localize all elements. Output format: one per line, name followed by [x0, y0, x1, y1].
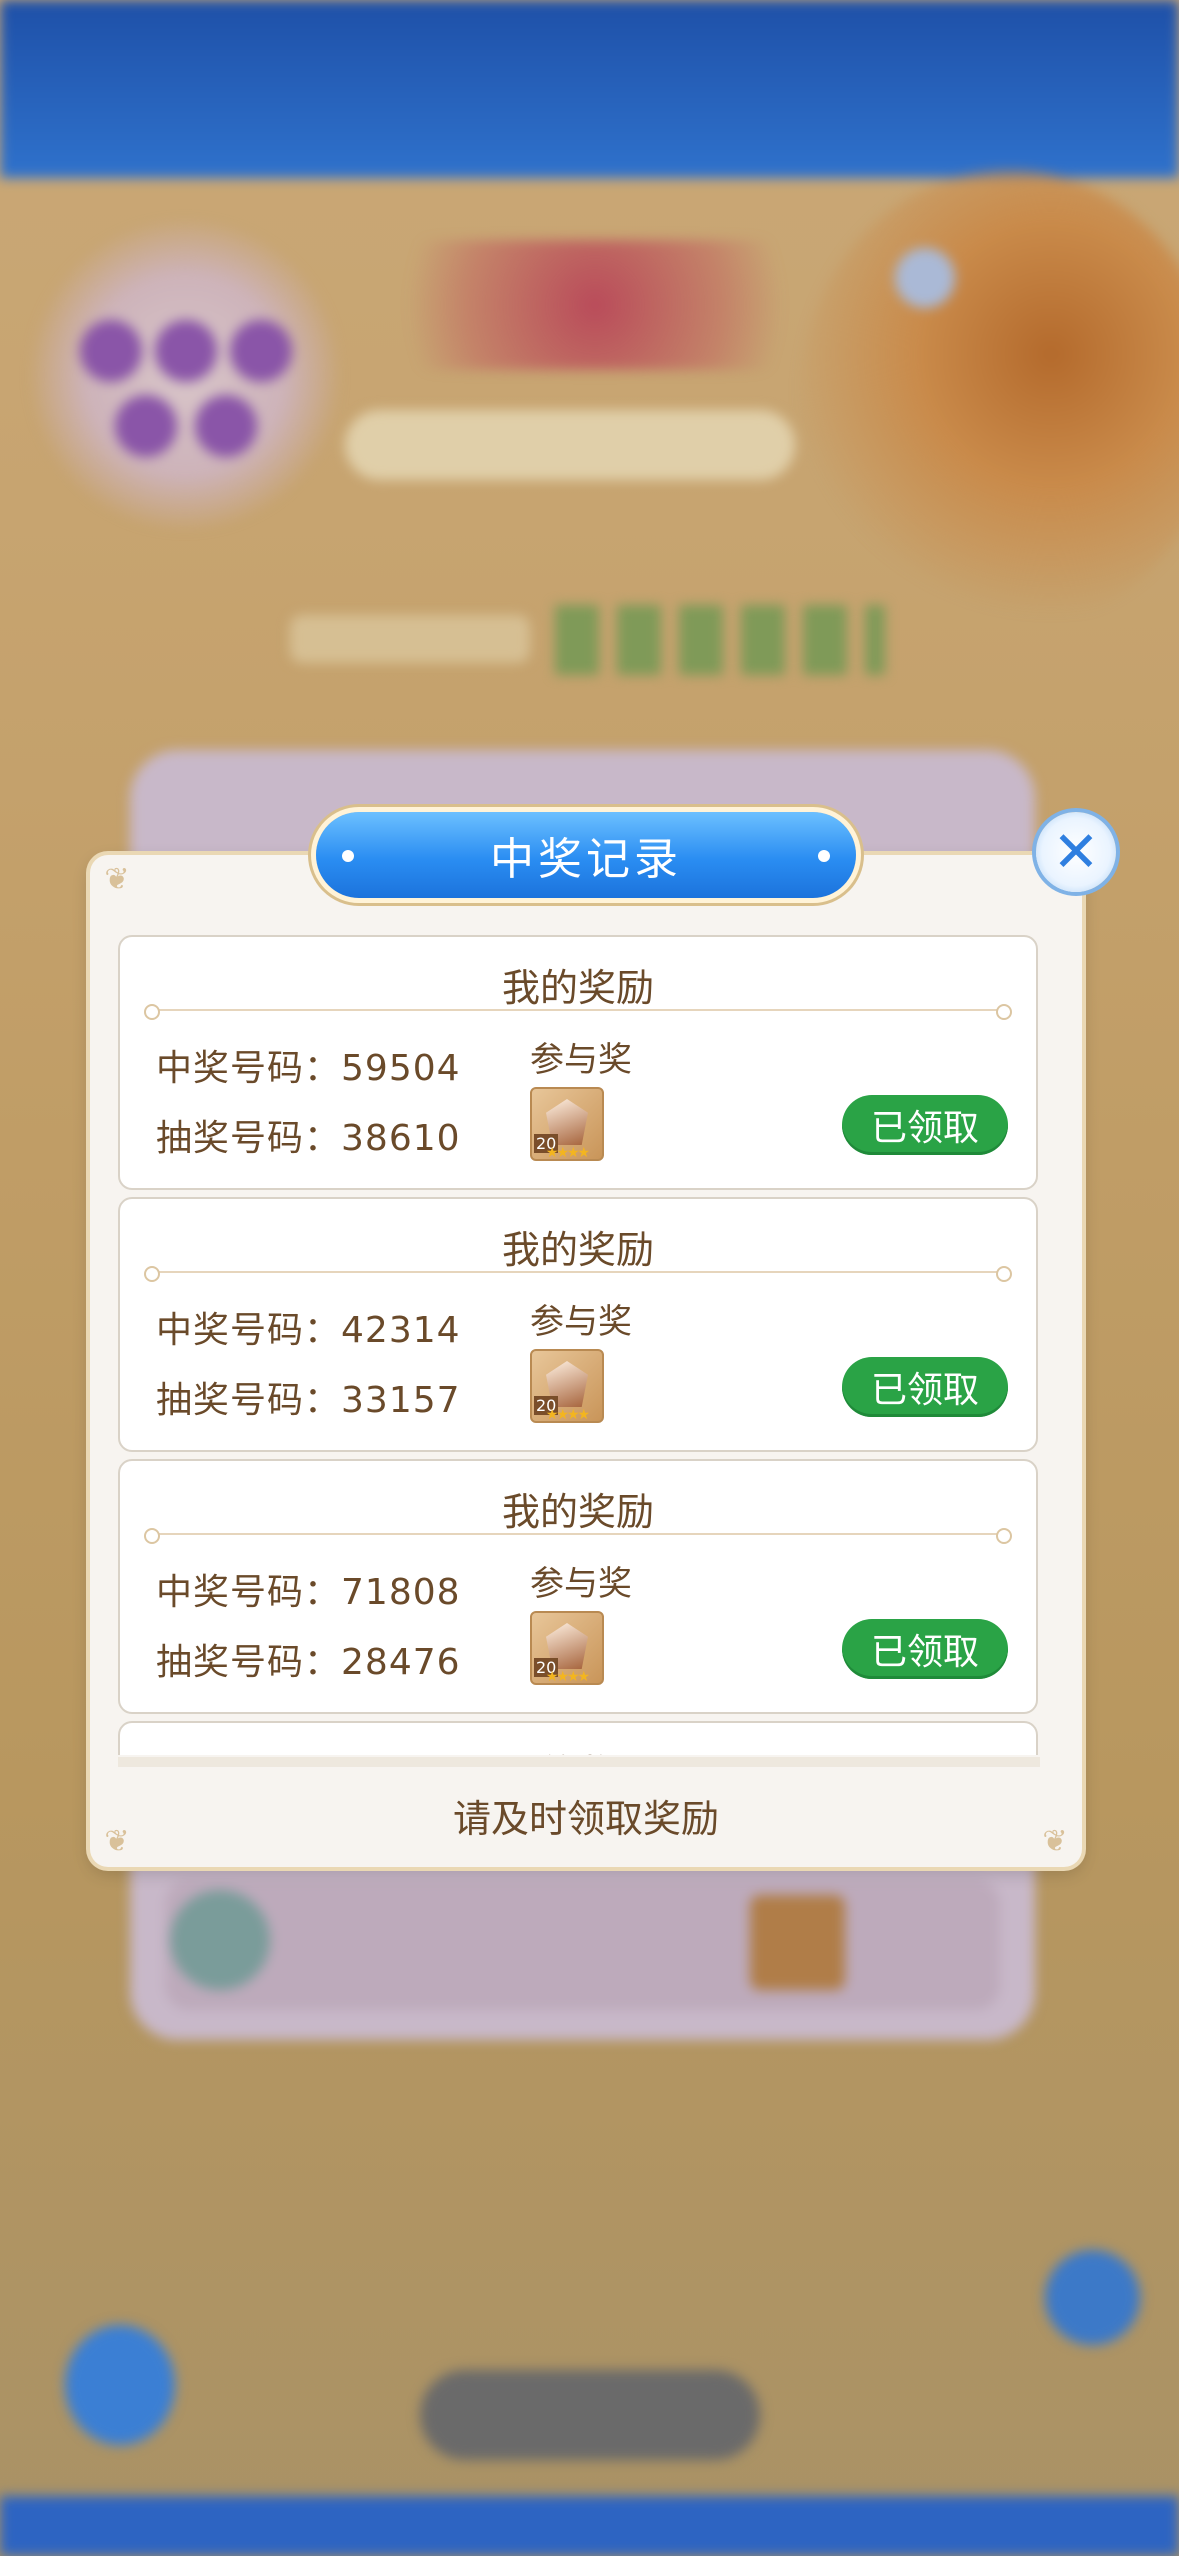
back-button — [65, 2325, 175, 2445]
win-number-row: 中奖号码：59504 — [156, 1039, 461, 1091]
countdown-pill — [345, 410, 795, 480]
win-number: 59504 — [341, 1048, 461, 1089]
draw-number: 38610 — [341, 1118, 461, 1159]
lucky-number-digits — [555, 605, 885, 675]
top-banner — [0, 0, 1179, 178]
rating-stars-icon: ★★★★ — [545, 1407, 590, 1423]
draw-number-label: 抽奖号码： — [156, 1118, 342, 1159]
win-number-label: 中奖号码： — [156, 1310, 342, 1351]
flower-wreath-decoration — [30, 220, 340, 530]
info-button — [895, 248, 955, 308]
record-card: 我的奖励 中奖号码：71808 抽奖号码：28476 参与奖 20 ★★★★ 已… — [118, 1459, 1038, 1714]
list-bottom-divider — [118, 1757, 1040, 1767]
close-button[interactable]: ✕ — [1036, 812, 1116, 892]
rating-stars-icon: ★★★★ — [545, 1669, 590, 1685]
prize-chest-icon[interactable]: 20 ★★★★ — [530, 1349, 604, 1423]
record-card: 我的奖励 中奖号码：59504 抽奖号码：38610 参与奖 20 ★★★★ 已… — [118, 935, 1038, 1190]
draw-number-row: 抽奖号码：38610 — [156, 1109, 461, 1161]
card-title: 我的奖励 — [501, 1228, 654, 1272]
draw-number: 28476 — [341, 1642, 461, 1683]
draw-number-label: 抽奖号码： — [156, 1642, 342, 1683]
event-title-logo — [370, 240, 820, 370]
divider — [144, 1528, 1012, 1544]
card-title: 我的奖励 — [120, 1743, 1036, 1755]
claimed-button[interactable]: 已领取 — [842, 1357, 1008, 1417]
side-menu-button — [1045, 2250, 1140, 2345]
autumn-leaves-decoration — [799, 170, 1179, 630]
number-label — [290, 615, 530, 663]
close-icon: ✕ — [1052, 819, 1100, 885]
title-dot-icon — [342, 850, 354, 862]
title-dot-icon — [818, 850, 830, 862]
win-number-row: 中奖号码：42314 — [156, 1301, 461, 1353]
prize-name: 参与奖 — [530, 1302, 632, 1342]
card-title: 我的奖励 — [501, 1490, 654, 1534]
record-card: 我的奖励 — [118, 1721, 1038, 1755]
claimed-button[interactable]: 已领取 — [842, 1095, 1008, 1155]
draw-number: 33157 — [341, 1380, 461, 1421]
divider — [144, 1004, 1012, 1020]
dialog-title-bar: 中奖记录 — [316, 812, 856, 898]
win-number-row: 中奖号码：71808 — [156, 1563, 461, 1615]
corner-ornament-icon: ❦ — [104, 862, 130, 897]
win-number: 42314 — [341, 1310, 461, 1351]
rating-stars-icon: ★★★★ — [545, 1145, 590, 1161]
dialog-title: 中奖记录 — [490, 835, 682, 884]
draw-number-row: 抽奖号码：33157 — [156, 1371, 461, 1423]
prize-name: 参与奖 — [530, 1564, 632, 1604]
bottom-banner — [0, 2496, 1179, 2556]
draw-number-label: 抽奖号码： — [156, 1380, 342, 1421]
records-list[interactable]: 我的奖励 中奖号码：59504 抽奖号码：38610 参与奖 20 ★★★★ 已… — [118, 935, 1040, 1755]
win-number-label: 中奖号码： — [156, 1572, 342, 1613]
star-icon — [170, 1890, 270, 1990]
claimed-button[interactable]: 已领取 — [842, 1619, 1008, 1679]
bottom-action-pill — [420, 2370, 760, 2460]
win-number: 71808 — [341, 1572, 461, 1613]
divider — [144, 1266, 1012, 1282]
reward-box-icon — [750, 1895, 845, 1990]
draw-number-row: 抽奖号码：28476 — [156, 1633, 461, 1685]
prize-name: 参与奖 — [530, 1040, 632, 1080]
prize-chest-icon[interactable]: 20 ★★★★ — [530, 1611, 604, 1685]
background-panel-item — [165, 1880, 1000, 2010]
win-number-label: 中奖号码： — [156, 1048, 342, 1089]
card-title: 我的奖励 — [501, 966, 654, 1010]
prize-chest-icon[interactable]: 20 ★★★★ — [530, 1087, 604, 1161]
dialog-footer-hint: 请及时领取奖励 — [452, 1797, 719, 1841]
record-card: 我的奖励 中奖号码：42314 抽奖号码：33157 参与奖 20 ★★★★ 已… — [118, 1197, 1038, 1452]
